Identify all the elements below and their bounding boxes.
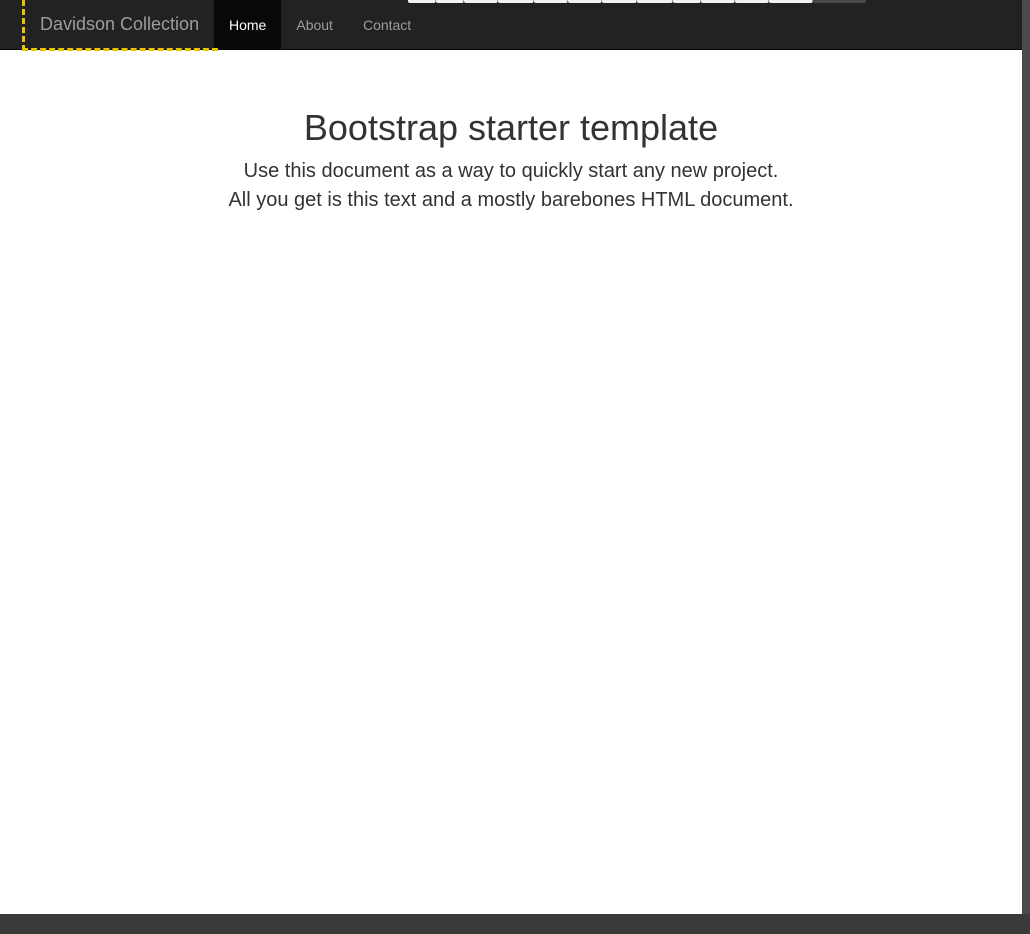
keyboard-key[interactable] <box>701 0 735 3</box>
lead-text: Use this document as a way to quickly st… <box>0 157 1022 215</box>
keyboard-key[interactable] <box>568 0 602 3</box>
keyboard-key[interactable] <box>498 0 534 3</box>
nav-item-about[interactable]: About <box>281 0 348 50</box>
nav-menu: Home About Contact <box>214 0 426 50</box>
bottom-bar <box>0 914 1030 934</box>
on-screen-keyboard-edge <box>408 0 866 4</box>
keyboard-key[interactable] <box>769 0 813 3</box>
top-navbar: Davidson Collection Home About Contact <box>0 0 1022 51</box>
brand-link[interactable]: Davidson Collection <box>22 0 218 51</box>
keyboard-key[interactable] <box>464 0 498 3</box>
keyboard-key[interactable] <box>673 0 701 3</box>
starter-template: Bootstrap starter template Use this docu… <box>0 50 1022 215</box>
lead-line-1: Use this document as a way to quickly st… <box>243 160 779 182</box>
nav-item-contact[interactable]: Contact <box>348 0 426 50</box>
keyboard-key[interactable] <box>436 0 464 3</box>
keyboard-key[interactable] <box>637 0 673 3</box>
keyboard-key[interactable] <box>534 0 568 3</box>
keyboard-key[interactable] <box>602 0 637 3</box>
vertical-scrollbar[interactable] <box>1022 0 1030 934</box>
keyboard-key[interactable] <box>813 0 866 3</box>
page-title: Bootstrap starter template <box>303 107 719 148</box>
nav-item-home[interactable]: Home <box>214 0 282 50</box>
keyboard-key[interactable] <box>408 0 436 3</box>
lead-line-2: All you get is this text and a mostly ba… <box>228 189 794 211</box>
keyboard-key[interactable] <box>735 0 769 3</box>
